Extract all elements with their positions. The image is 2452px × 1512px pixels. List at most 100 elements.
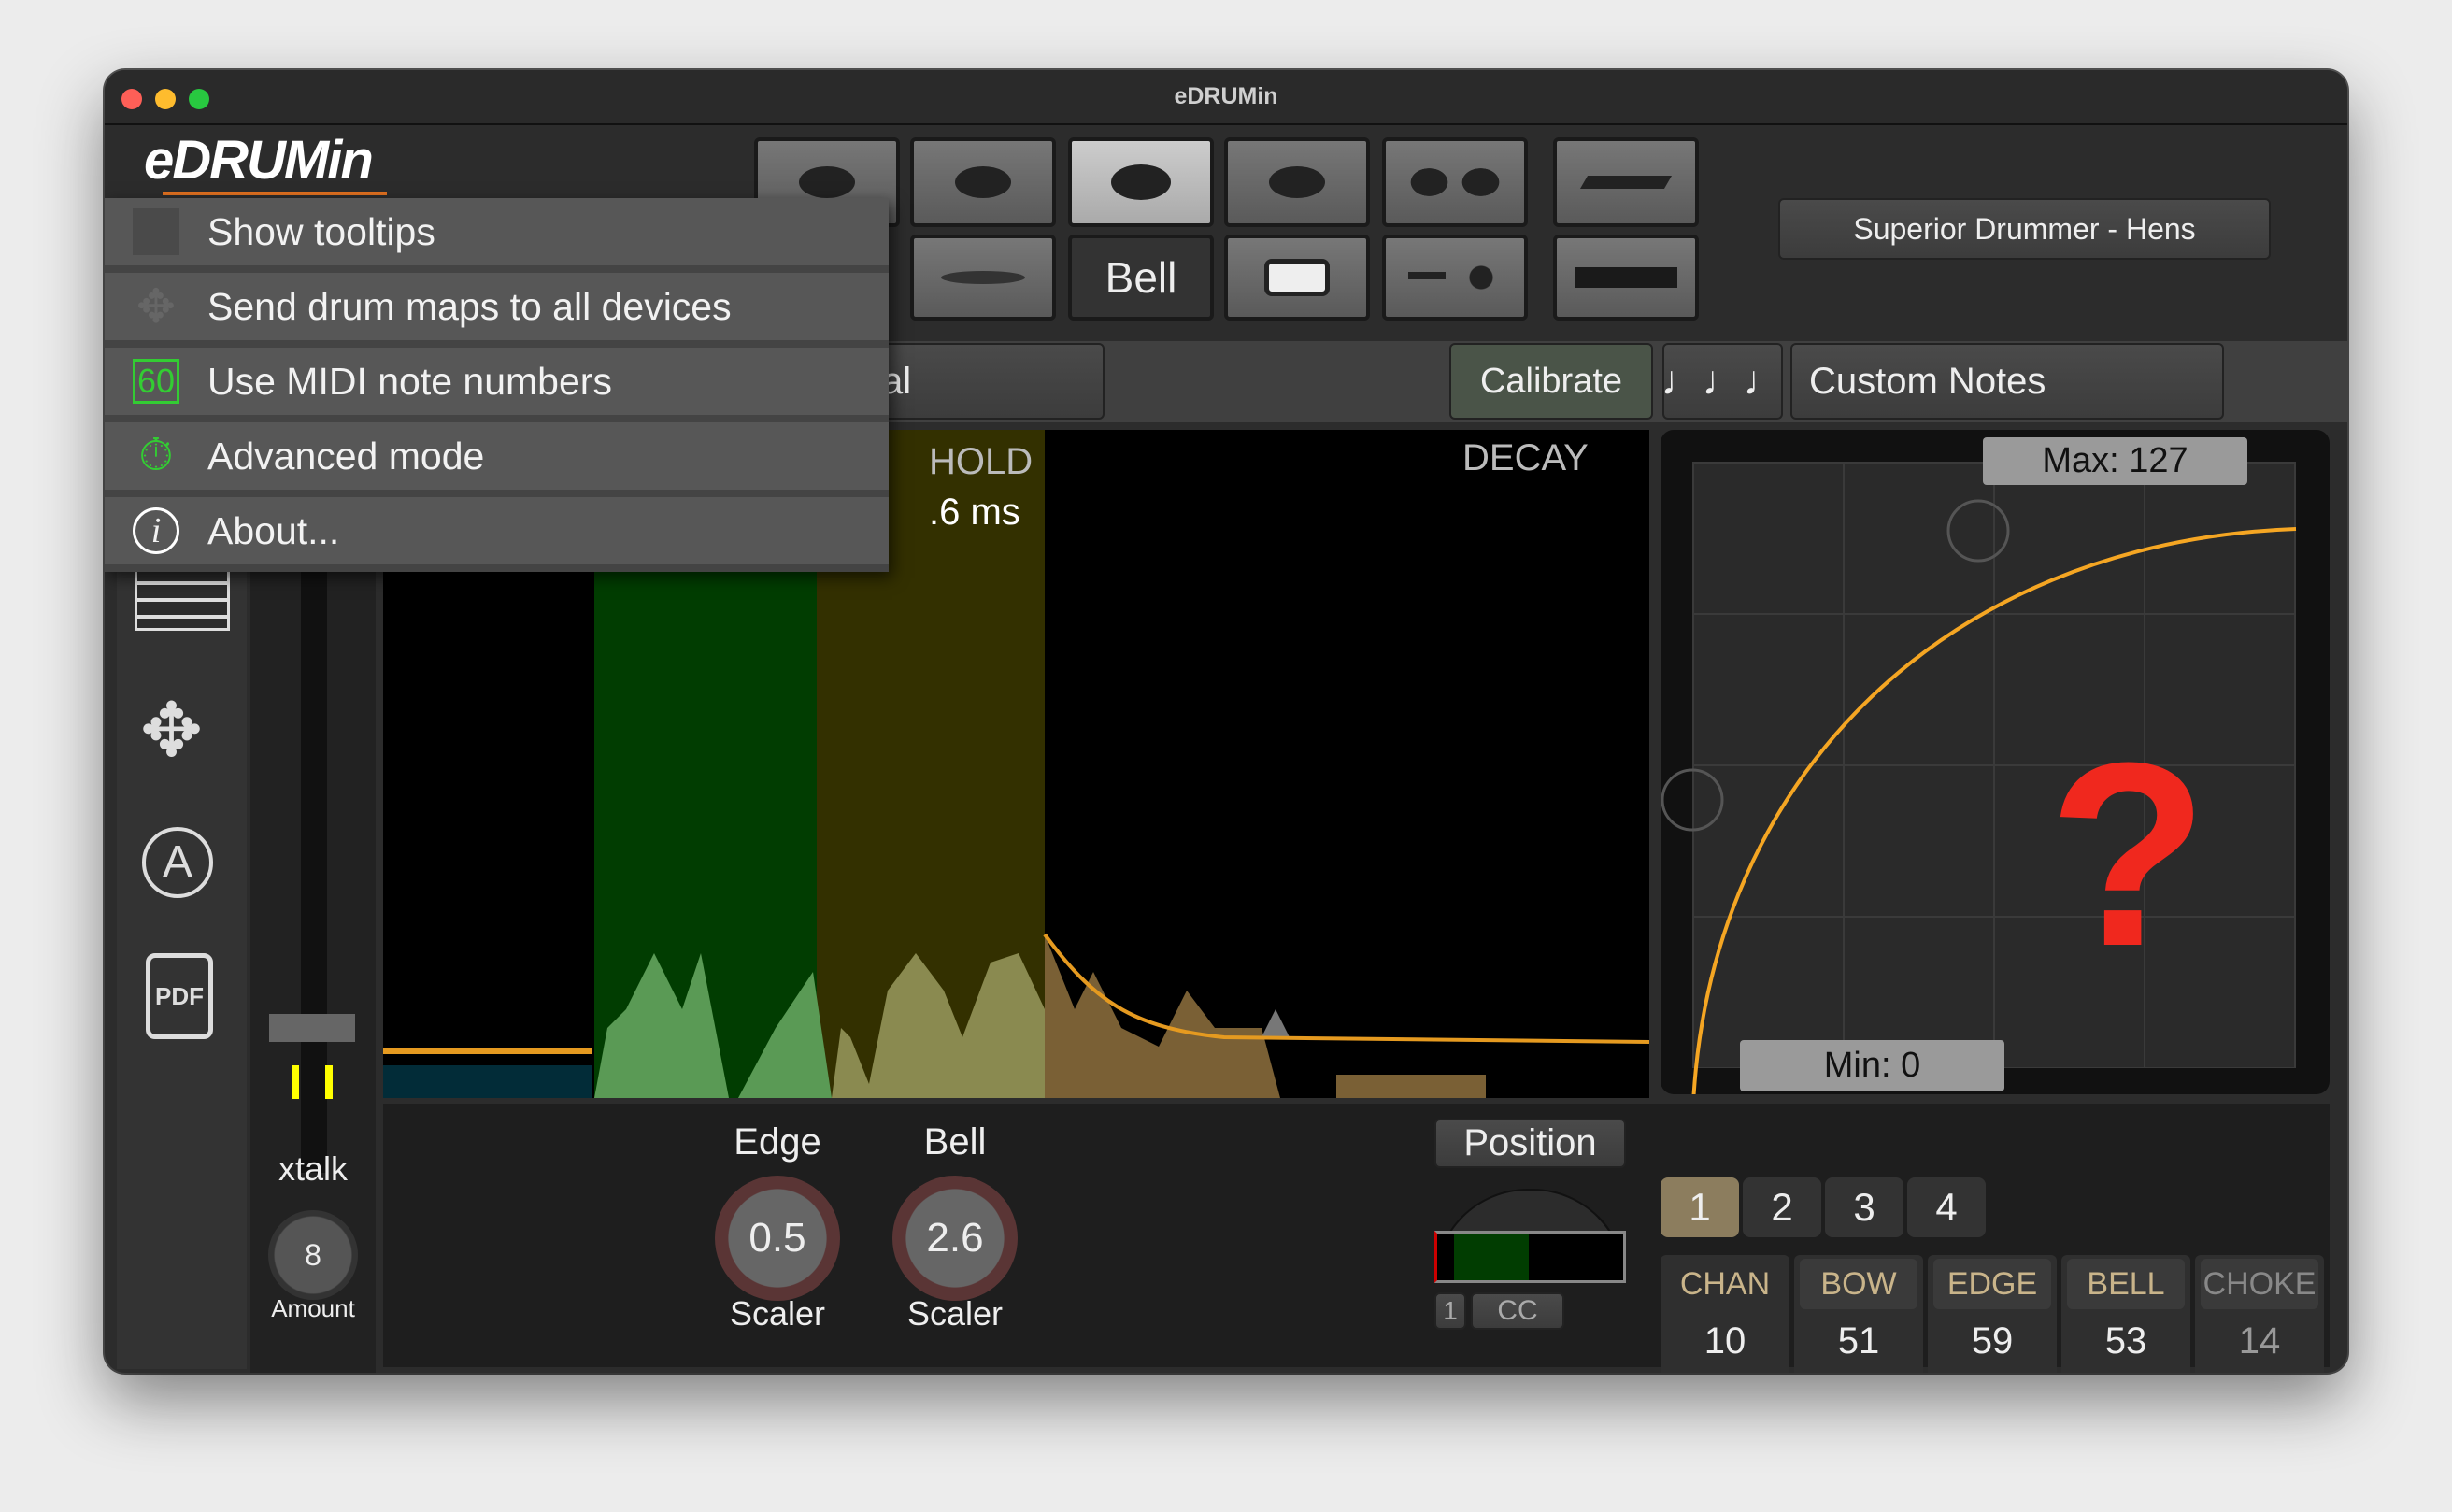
increment-arrow-icon[interactable]: ▶ bbox=[2129, 1371, 2160, 1374]
pdf-icon[interactable]: PDF bbox=[146, 953, 213, 1039]
pad-trigger[interactable] bbox=[1382, 235, 1528, 321]
menu-item-send-drum-maps[interactable]: ✥ Send drum maps to all devices bbox=[105, 273, 889, 344]
increment-arrow-icon[interactable]: ▶ bbox=[2262, 1371, 2294, 1374]
cymbal-icon bbox=[799, 166, 855, 198]
decrement-arrow-icon[interactable]: ◀ bbox=[1802, 1371, 1833, 1374]
decay-wave bbox=[1045, 934, 1486, 1098]
meter-bar bbox=[292, 1065, 299, 1099]
note-label: CHAN bbox=[1679, 1266, 1771, 1302]
scan-wave bbox=[594, 953, 832, 1098]
logo[interactable]: eDRUMin bbox=[144, 129, 374, 194]
xtalk-label: xtalk bbox=[278, 1149, 349, 1188]
zone-tab-2[interactable]: 2 bbox=[1743, 1177, 1821, 1237]
bell-scaler-value: 2.6 bbox=[926, 1215, 984, 1261]
max-value-box[interactable]: Max: 127 bbox=[1983, 437, 2247, 485]
position-channel[interactable]: 1 bbox=[1434, 1292, 1466, 1330]
zone-tab-4[interactable]: 4 bbox=[1907, 1177, 1986, 1237]
cymbal-pair-icon bbox=[1404, 168, 1506, 196]
app-window: eDRUMin eDRUMin Bell Superior Drummer - … bbox=[105, 70, 2347, 1373]
pad-cymbal-4[interactable] bbox=[1224, 137, 1370, 227]
min-value-box[interactable]: Min: 0 bbox=[1740, 1040, 2004, 1091]
custom-notes-button[interactable]: Custom Notes bbox=[1790, 343, 2224, 420]
pad-cymbal-pair[interactable] bbox=[1382, 137, 1528, 227]
preset-selector[interactable]: Superior Drummer - Hens bbox=[1778, 198, 2271, 260]
xtalk-slider-handle[interactable] bbox=[269, 1014, 355, 1042]
decay-label: DECAY bbox=[1462, 437, 1589, 478]
velocity-curve[interactable] bbox=[1661, 430, 2330, 1094]
zone-tab-label: 2 bbox=[1771, 1185, 1793, 1229]
tooltip-cursor-icon bbox=[105, 208, 207, 255]
cymbal-icon bbox=[1269, 166, 1325, 198]
noise-floor bbox=[383, 1065, 592, 1098]
hold-label: HOLD bbox=[929, 441, 1034, 482]
zone-tab-3[interactable]: 3 bbox=[1825, 1177, 1903, 1237]
meter-bar bbox=[325, 1065, 333, 1099]
note-value[interactable]: 10 bbox=[1661, 1320, 1789, 1362]
settings-menu: Show tooltips ✥ Send drum maps to all dev… bbox=[105, 198, 889, 572]
calibrate-button[interactable]: Calibrate bbox=[1449, 343, 1653, 420]
decay-curve bbox=[1043, 933, 1649, 1044]
decrement-arrow-icon[interactable]: ◀ bbox=[2203, 1371, 2234, 1374]
note-value[interactable]: 53 bbox=[2061, 1320, 2190, 1362]
decrement-arrow-icon[interactable]: ◀ bbox=[1935, 1371, 1967, 1374]
curve-handle[interactable] bbox=[1661, 768, 1724, 832]
pedal-icon bbox=[1579, 176, 1673, 189]
pad-cymbal-3[interactable] bbox=[1068, 137, 1214, 227]
move-arrows-icon[interactable]: ✥ bbox=[140, 687, 203, 774]
position-channel-value: 1 bbox=[1443, 1296, 1458, 1325]
position-button[interactable]: Position bbox=[1434, 1119, 1626, 1168]
decay-peak bbox=[1262, 1009, 1290, 1037]
pad-hihat[interactable] bbox=[910, 235, 1056, 321]
notes-button[interactable]: ♩♩♩ bbox=[1661, 343, 1785, 420]
xtalk-slider[interactable] bbox=[301, 509, 327, 1173]
menu-item-midi-note-numbers[interactable]: 60 Use MIDI note numbers bbox=[105, 348, 889, 419]
menu-item-about[interactable]: i About... bbox=[105, 497, 889, 568]
preset-label: Superior Drummer - Hens bbox=[1853, 211, 2196, 246]
menu-item-show-tooltips[interactable]: Show tooltips bbox=[105, 198, 889, 269]
increment-arrow-icon[interactable]: ▶ bbox=[1995, 1371, 2027, 1374]
note-value[interactable]: 51 bbox=[1794, 1320, 1923, 1362]
note-label[interactable]: BOW bbox=[1800, 1259, 1917, 1309]
xtalk-amount-knob[interactable]: 8 bbox=[268, 1210, 358, 1300]
note-label[interactable]: EDGE bbox=[1933, 1259, 2051, 1309]
note-value[interactable]: 59 bbox=[1928, 1320, 2057, 1362]
tab-partial[interactable]: al bbox=[852, 343, 1105, 420]
zone-tab-1[interactable]: 1 bbox=[1661, 1177, 1739, 1237]
trigger-icon bbox=[1408, 264, 1502, 292]
note-column-choke: CHOKE 14 ◀ ▶ bbox=[2195, 1255, 2324, 1373]
note-value[interactable]: 14 bbox=[2195, 1320, 2324, 1362]
decrement-arrow-icon[interactable]: ◀ bbox=[1668, 1371, 1700, 1374]
list-icon[interactable] bbox=[135, 565, 230, 631]
advanced-timer-icon: ⏱ bbox=[138, 431, 174, 480]
zone-tab-label: 1 bbox=[1689, 1185, 1711, 1229]
curve-handle[interactable] bbox=[1946, 499, 2010, 563]
position-cc-button[interactable]: CC bbox=[1471, 1292, 1564, 1330]
menu-item-label: About... bbox=[207, 508, 340, 552]
note-label[interactable]: CHOKE bbox=[2201, 1259, 2318, 1309]
title-bar: eDRUMin bbox=[105, 70, 2347, 125]
zone-tab-label: 4 bbox=[1935, 1185, 1958, 1229]
xtalk-amount-label: Amount bbox=[271, 1294, 355, 1322]
calibrate-label: Calibrate bbox=[1479, 361, 1623, 401]
menu-item-advanced-mode[interactable]: ⏱ Advanced mode bbox=[105, 422, 889, 493]
kick-pedal-icon bbox=[1575, 267, 1677, 288]
menu-item-label: Advanced mode bbox=[207, 434, 485, 478]
pad-kick-pedal[interactable] bbox=[1553, 235, 1699, 321]
increment-arrow-icon[interactable]: ▶ bbox=[1861, 1371, 1893, 1374]
auto-icon[interactable]: A bbox=[142, 827, 213, 898]
pad-bell[interactable]: Bell bbox=[1068, 235, 1214, 321]
pad-snare[interactable] bbox=[1224, 235, 1370, 321]
note-column-chan: CHAN 10 ◀ ▶ bbox=[1661, 1255, 1789, 1373]
menu-item-label: Show tooltips bbox=[207, 209, 435, 253]
question-mark-icon: ? bbox=[2048, 709, 2209, 1001]
pad-pedal[interactable] bbox=[1553, 137, 1699, 227]
bell-scaler-knob[interactable]: 2.6 bbox=[892, 1176, 1018, 1301]
edge-scaler-knob[interactable]: 0.5 bbox=[715, 1176, 840, 1301]
note-label[interactable]: BELL bbox=[2067, 1259, 2185, 1309]
increment-arrow-icon[interactable]: ▶ bbox=[1728, 1371, 1760, 1374]
zone-tab-label: 3 bbox=[1853, 1185, 1875, 1229]
decrement-arrow-icon[interactable]: ◀ bbox=[2069, 1371, 2101, 1374]
position-label: Position bbox=[1463, 1122, 1597, 1163]
custom-notes-label: Custom Notes bbox=[1809, 360, 2046, 402]
pad-cymbal-2[interactable] bbox=[910, 137, 1056, 227]
